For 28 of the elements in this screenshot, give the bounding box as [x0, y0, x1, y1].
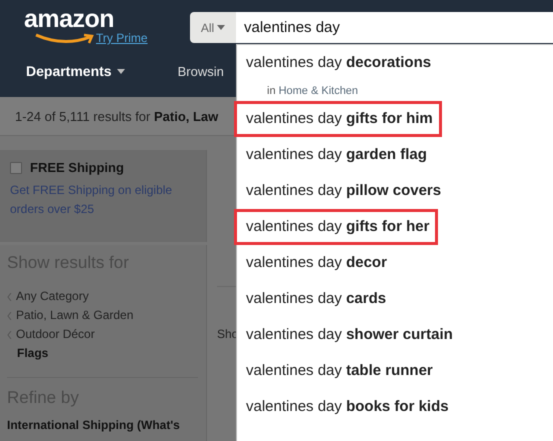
browsing-history-link[interactable]: Browsin [178, 64, 224, 78]
chevron-icon [7, 312, 12, 320]
suggestion-item[interactable]: valentines day books for kids [234, 389, 458, 425]
suggestion-item[interactable]: valentines day pillow covers [234, 173, 450, 209]
suggestion-item[interactable]: valentines day table runner [234, 353, 442, 389]
suggestion-item[interactable]: valentines day gifts for him [234, 101, 442, 137]
filter-heading: International Shipping (What's [7, 418, 181, 432]
departments-menu[interactable]: Departments [26, 63, 125, 79]
checkbox[interactable] [10, 162, 22, 174]
suggestion-item[interactable]: valentines day decorations [234, 45, 440, 81]
caret-icon [116, 68, 125, 74]
suggestion-item[interactable]: valentines day cards [234, 281, 396, 317]
category-dropdown[interactable]: All [190, 12, 236, 43]
caret-icon [217, 25, 226, 30]
chevron-icon [7, 330, 12, 338]
chevron-icon [7, 292, 12, 300]
suggestion-item[interactable]: valentines day gifts for her [234, 209, 438, 245]
search-field[interactable]: valentines day [236, 12, 553, 43]
department-prefix: in [267, 85, 276, 97]
current-category: Flags [16, 345, 50, 362]
smile-arrow-icon [34, 33, 94, 45]
try-prime-link[interactable]: Try Prime [96, 32, 148, 45]
results-count: 1-24 of 5,111 results for Patio, Law [15, 108, 218, 124]
suggestion-item[interactable]: valentines day garden flag [234, 137, 436, 173]
amazon-logo[interactable]: amazon [24, 6, 174, 32]
suggestion-item[interactable]: valentines day decor [234, 245, 396, 281]
free-shipping-label: FREE Shipping [30, 160, 124, 175]
department-link[interactable]: Home & Kitchen [278, 85, 358, 97]
